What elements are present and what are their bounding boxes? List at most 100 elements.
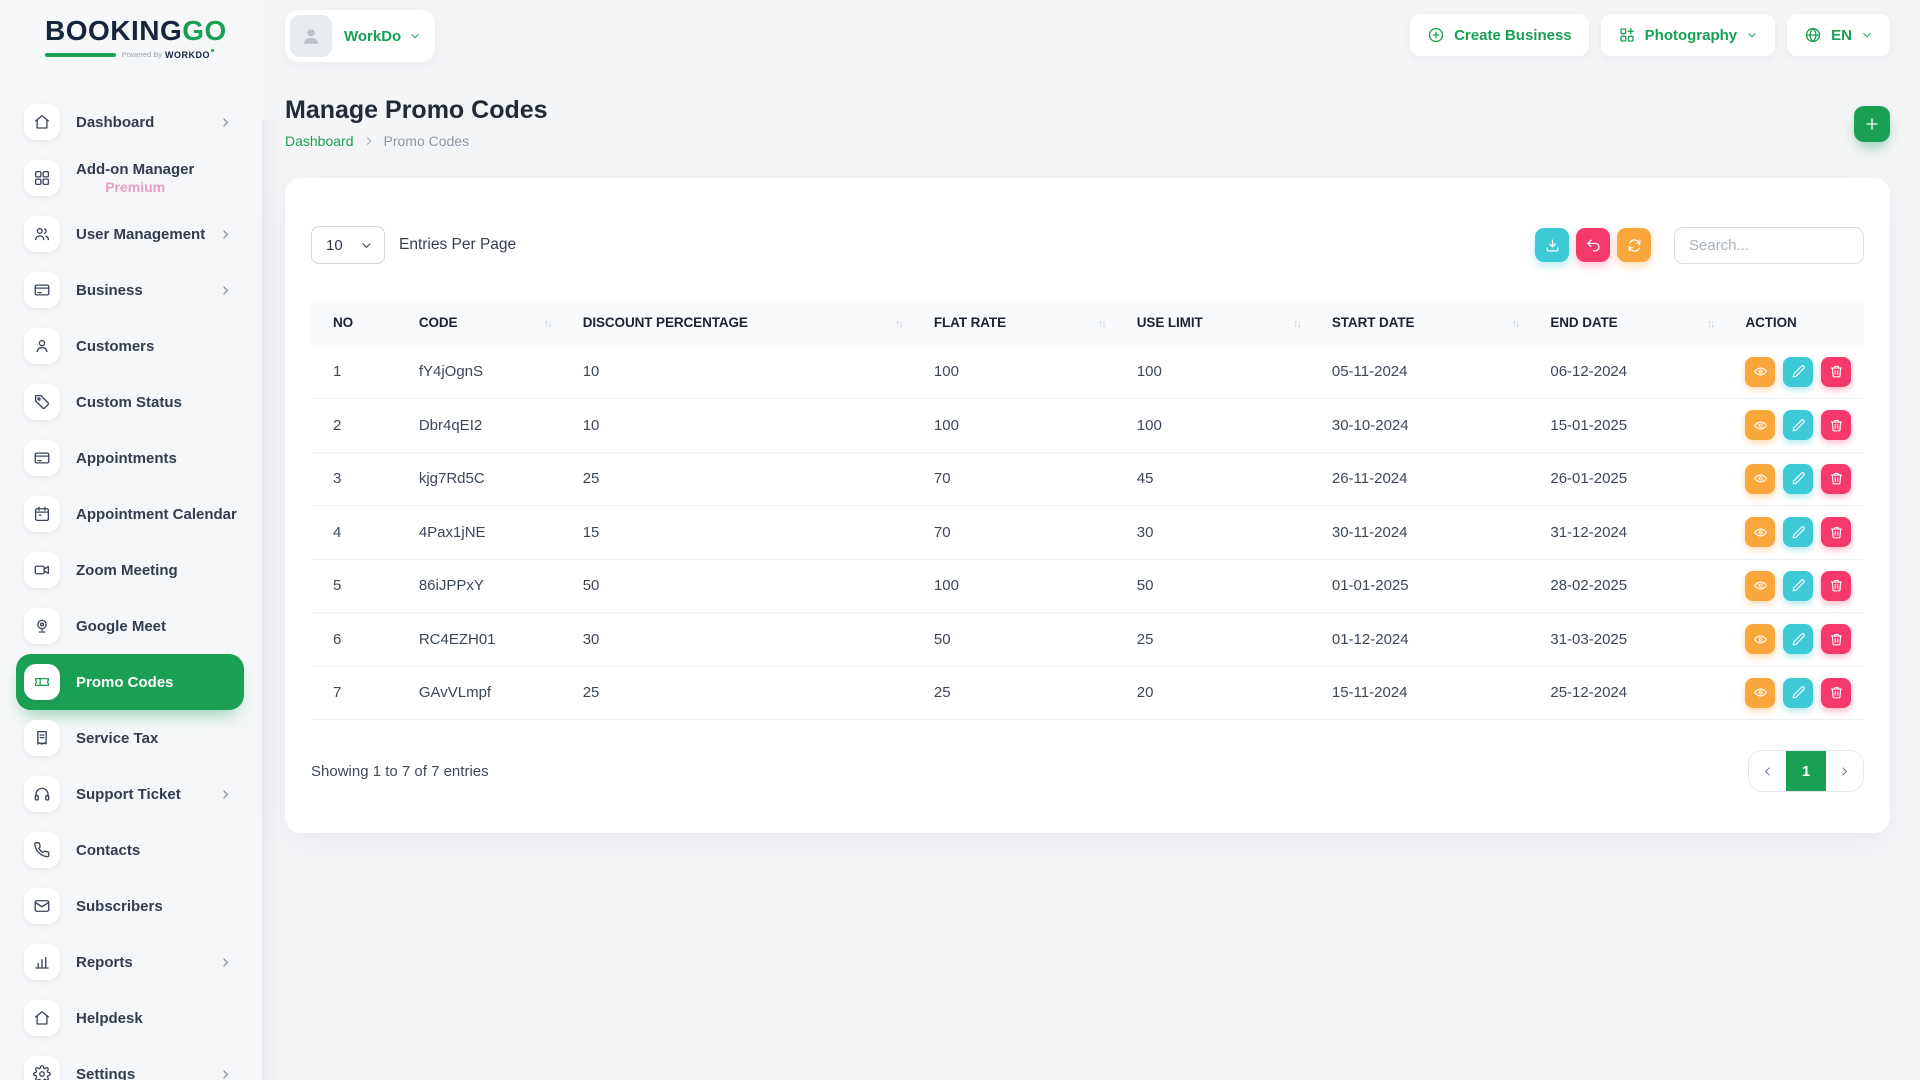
cell-discount-percentage: 50 bbox=[561, 559, 912, 613]
column-header-flat-rate[interactable]: FLAT RATE ↑↓ bbox=[912, 300, 1115, 345]
sidebar-item-customers[interactable]: Customers bbox=[16, 318, 244, 374]
search-input[interactable] bbox=[1674, 227, 1864, 264]
view-button[interactable] bbox=[1745, 517, 1775, 547]
view-button[interactable] bbox=[1745, 464, 1775, 494]
sidebar-item-subscribers[interactable]: Subscribers bbox=[16, 878, 244, 934]
sort-arrows-icon[interactable]: ↑↓ bbox=[1511, 318, 1518, 330]
edit-button[interactable] bbox=[1783, 571, 1813, 601]
entries-value: 10 bbox=[326, 237, 343, 254]
sidebar-item-label: Subscribers bbox=[76, 898, 163, 915]
sidebar-item-google-meet[interactable]: Google Meet bbox=[16, 598, 244, 654]
column-header-discount-percentage[interactable]: DISCOUNT PERCENTAGE↑↓ bbox=[561, 300, 912, 345]
cell-code: fY4jOgnS bbox=[397, 345, 561, 399]
add-promo-code-button[interactable] bbox=[1854, 106, 1890, 142]
view-button[interactable] bbox=[1745, 357, 1775, 387]
cell-action bbox=[1723, 666, 1864, 720]
sidebar-item-reports[interactable]: Reports bbox=[16, 934, 244, 990]
page-title: Manage Promo Codes bbox=[285, 96, 548, 125]
sidebar-item-service-tax[interactable]: Service Tax bbox=[16, 710, 244, 766]
entries-per-page-select[interactable]: 10 bbox=[311, 226, 385, 264]
cell-end-date: 25-12-2024 bbox=[1528, 666, 1723, 720]
undo-button[interactable] bbox=[1576, 228, 1610, 262]
receipt-icon bbox=[33, 729, 51, 747]
previous-page-button[interactable] bbox=[1749, 751, 1786, 791]
column-header-start-date[interactable]: START DATE↑↓ bbox=[1310, 300, 1529, 345]
delete-button[interactable] bbox=[1821, 571, 1851, 601]
breadcrumb: Dashboard Promo Codes bbox=[285, 133, 469, 149]
sidebar-item-support-ticket[interactable]: Support Ticket bbox=[16, 766, 244, 822]
delete-button[interactable] bbox=[1821, 357, 1851, 387]
sort-arrows-icon[interactable]: ↑↓ bbox=[1706, 318, 1713, 330]
edit-button[interactable] bbox=[1783, 517, 1813, 547]
sidebar-item-custom-status[interactable]: Custom Status bbox=[16, 374, 244, 430]
pencil-icon bbox=[1791, 578, 1806, 593]
export-button[interactable] bbox=[1535, 228, 1569, 262]
table-row: 3 kjg7Rd5C 25 70 45 26-11-2024 26-01-202… bbox=[311, 452, 1864, 506]
icon-tile bbox=[24, 384, 60, 420]
sidebar-item-business[interactable]: Business bbox=[16, 262, 244, 318]
cell-action bbox=[1723, 559, 1864, 613]
icon-tile bbox=[24, 496, 60, 532]
sidebar-item-promo-codes[interactable]: Promo Codes bbox=[16, 654, 244, 710]
column-label: END DATE bbox=[1550, 315, 1617, 330]
column-header-end-date[interactable]: END DATE ↑↓ bbox=[1528, 300, 1723, 345]
delete-button[interactable] bbox=[1821, 464, 1851, 494]
page-1-button[interactable]: 1 bbox=[1786, 751, 1826, 791]
plus-circle-icon bbox=[1427, 26, 1445, 44]
edit-button[interactable] bbox=[1783, 464, 1813, 494]
language-selector[interactable]: EN bbox=[1787, 14, 1890, 56]
pencil-icon bbox=[1791, 632, 1806, 647]
cell-code: GAvVLmpf bbox=[397, 666, 561, 720]
edit-button[interactable] bbox=[1783, 624, 1813, 654]
delete-button[interactable] bbox=[1821, 410, 1851, 440]
create-business-button[interactable]: Create Business bbox=[1410, 14, 1589, 56]
column-header-use-limit[interactable]: USE LIMIT↑↓ bbox=[1115, 300, 1310, 345]
sidebar-item-label: Zoom Meeting bbox=[76, 562, 178, 579]
edit-button[interactable] bbox=[1783, 678, 1813, 708]
sidebar-item-appointments[interactable]: Appointments bbox=[16, 430, 244, 486]
column-header-code[interactable]: CODE↑↓ bbox=[397, 300, 561, 345]
view-button[interactable] bbox=[1745, 678, 1775, 708]
cell-start-date: 01-01-2025 bbox=[1310, 559, 1529, 613]
cell-end-date: 31-12-2024 bbox=[1528, 506, 1723, 560]
sort-arrows-icon[interactable]: ↑↓ bbox=[895, 318, 902, 330]
sidebar-item-user-management[interactable]: User Management bbox=[16, 206, 244, 262]
view-button[interactable] bbox=[1745, 624, 1775, 654]
workspace-selector[interactable]: WorkDo bbox=[285, 10, 435, 62]
cell-start-date: 30-10-2024 bbox=[1310, 399, 1529, 453]
cell-flat-rate: 100 bbox=[912, 399, 1115, 453]
sidebar-item-helpdesk[interactable]: Helpdesk bbox=[16, 990, 244, 1046]
cell-start-date: 01-12-2024 bbox=[1310, 613, 1529, 667]
business-type-selector[interactable]: Photography bbox=[1601, 14, 1776, 56]
sidebar-item-settings[interactable]: Settings bbox=[16, 1046, 244, 1080]
sort-arrows-icon[interactable]: ↑↓ bbox=[544, 318, 551, 330]
breadcrumb-dashboard-link[interactable]: Dashboard bbox=[285, 133, 354, 149]
sort-arrows-icon[interactable]: ↑↓ bbox=[1293, 318, 1300, 330]
chevron-right-icon bbox=[363, 135, 375, 147]
cell-discount-percentage: 10 bbox=[561, 399, 912, 453]
trash-icon bbox=[1829, 525, 1844, 540]
view-button[interactable] bbox=[1745, 410, 1775, 440]
edit-button[interactable] bbox=[1783, 357, 1813, 387]
sidebar-item-label: Contacts bbox=[76, 842, 140, 859]
delete-button[interactable] bbox=[1821, 624, 1851, 654]
breadcrumb-current: Promo Codes bbox=[384, 133, 470, 149]
cell-use-limit: 25 bbox=[1115, 613, 1310, 667]
refresh-button[interactable] bbox=[1617, 228, 1651, 262]
entries-per-page-label: Entries Per Page bbox=[399, 236, 516, 254]
delete-button[interactable] bbox=[1821, 517, 1851, 547]
sidebar-item-add-on-manager[interactable]: Add-on Manager Premium bbox=[16, 150, 244, 206]
cell-use-limit: 50 bbox=[1115, 559, 1310, 613]
column-label: ACTION bbox=[1745, 315, 1796, 330]
next-page-button[interactable] bbox=[1826, 751, 1863, 791]
sidebar-item-zoom-meeting[interactable]: Zoom Meeting bbox=[16, 542, 244, 598]
view-button[interactable] bbox=[1745, 571, 1775, 601]
delete-button[interactable] bbox=[1821, 678, 1851, 708]
cell-flat-rate: 25 bbox=[912, 666, 1115, 720]
sidebar-item-contacts[interactable]: Contacts bbox=[16, 822, 244, 878]
edit-button[interactable] bbox=[1783, 410, 1813, 440]
column-label: FLAT RATE bbox=[934, 315, 1006, 330]
sidebar-item-appointment-calendar[interactable]: Appointment Calendar bbox=[16, 486, 244, 542]
sort-arrows-icon[interactable]: ↑↓ bbox=[1098, 318, 1105, 330]
sidebar-item-dashboard[interactable]: Dashboard bbox=[16, 94, 244, 150]
